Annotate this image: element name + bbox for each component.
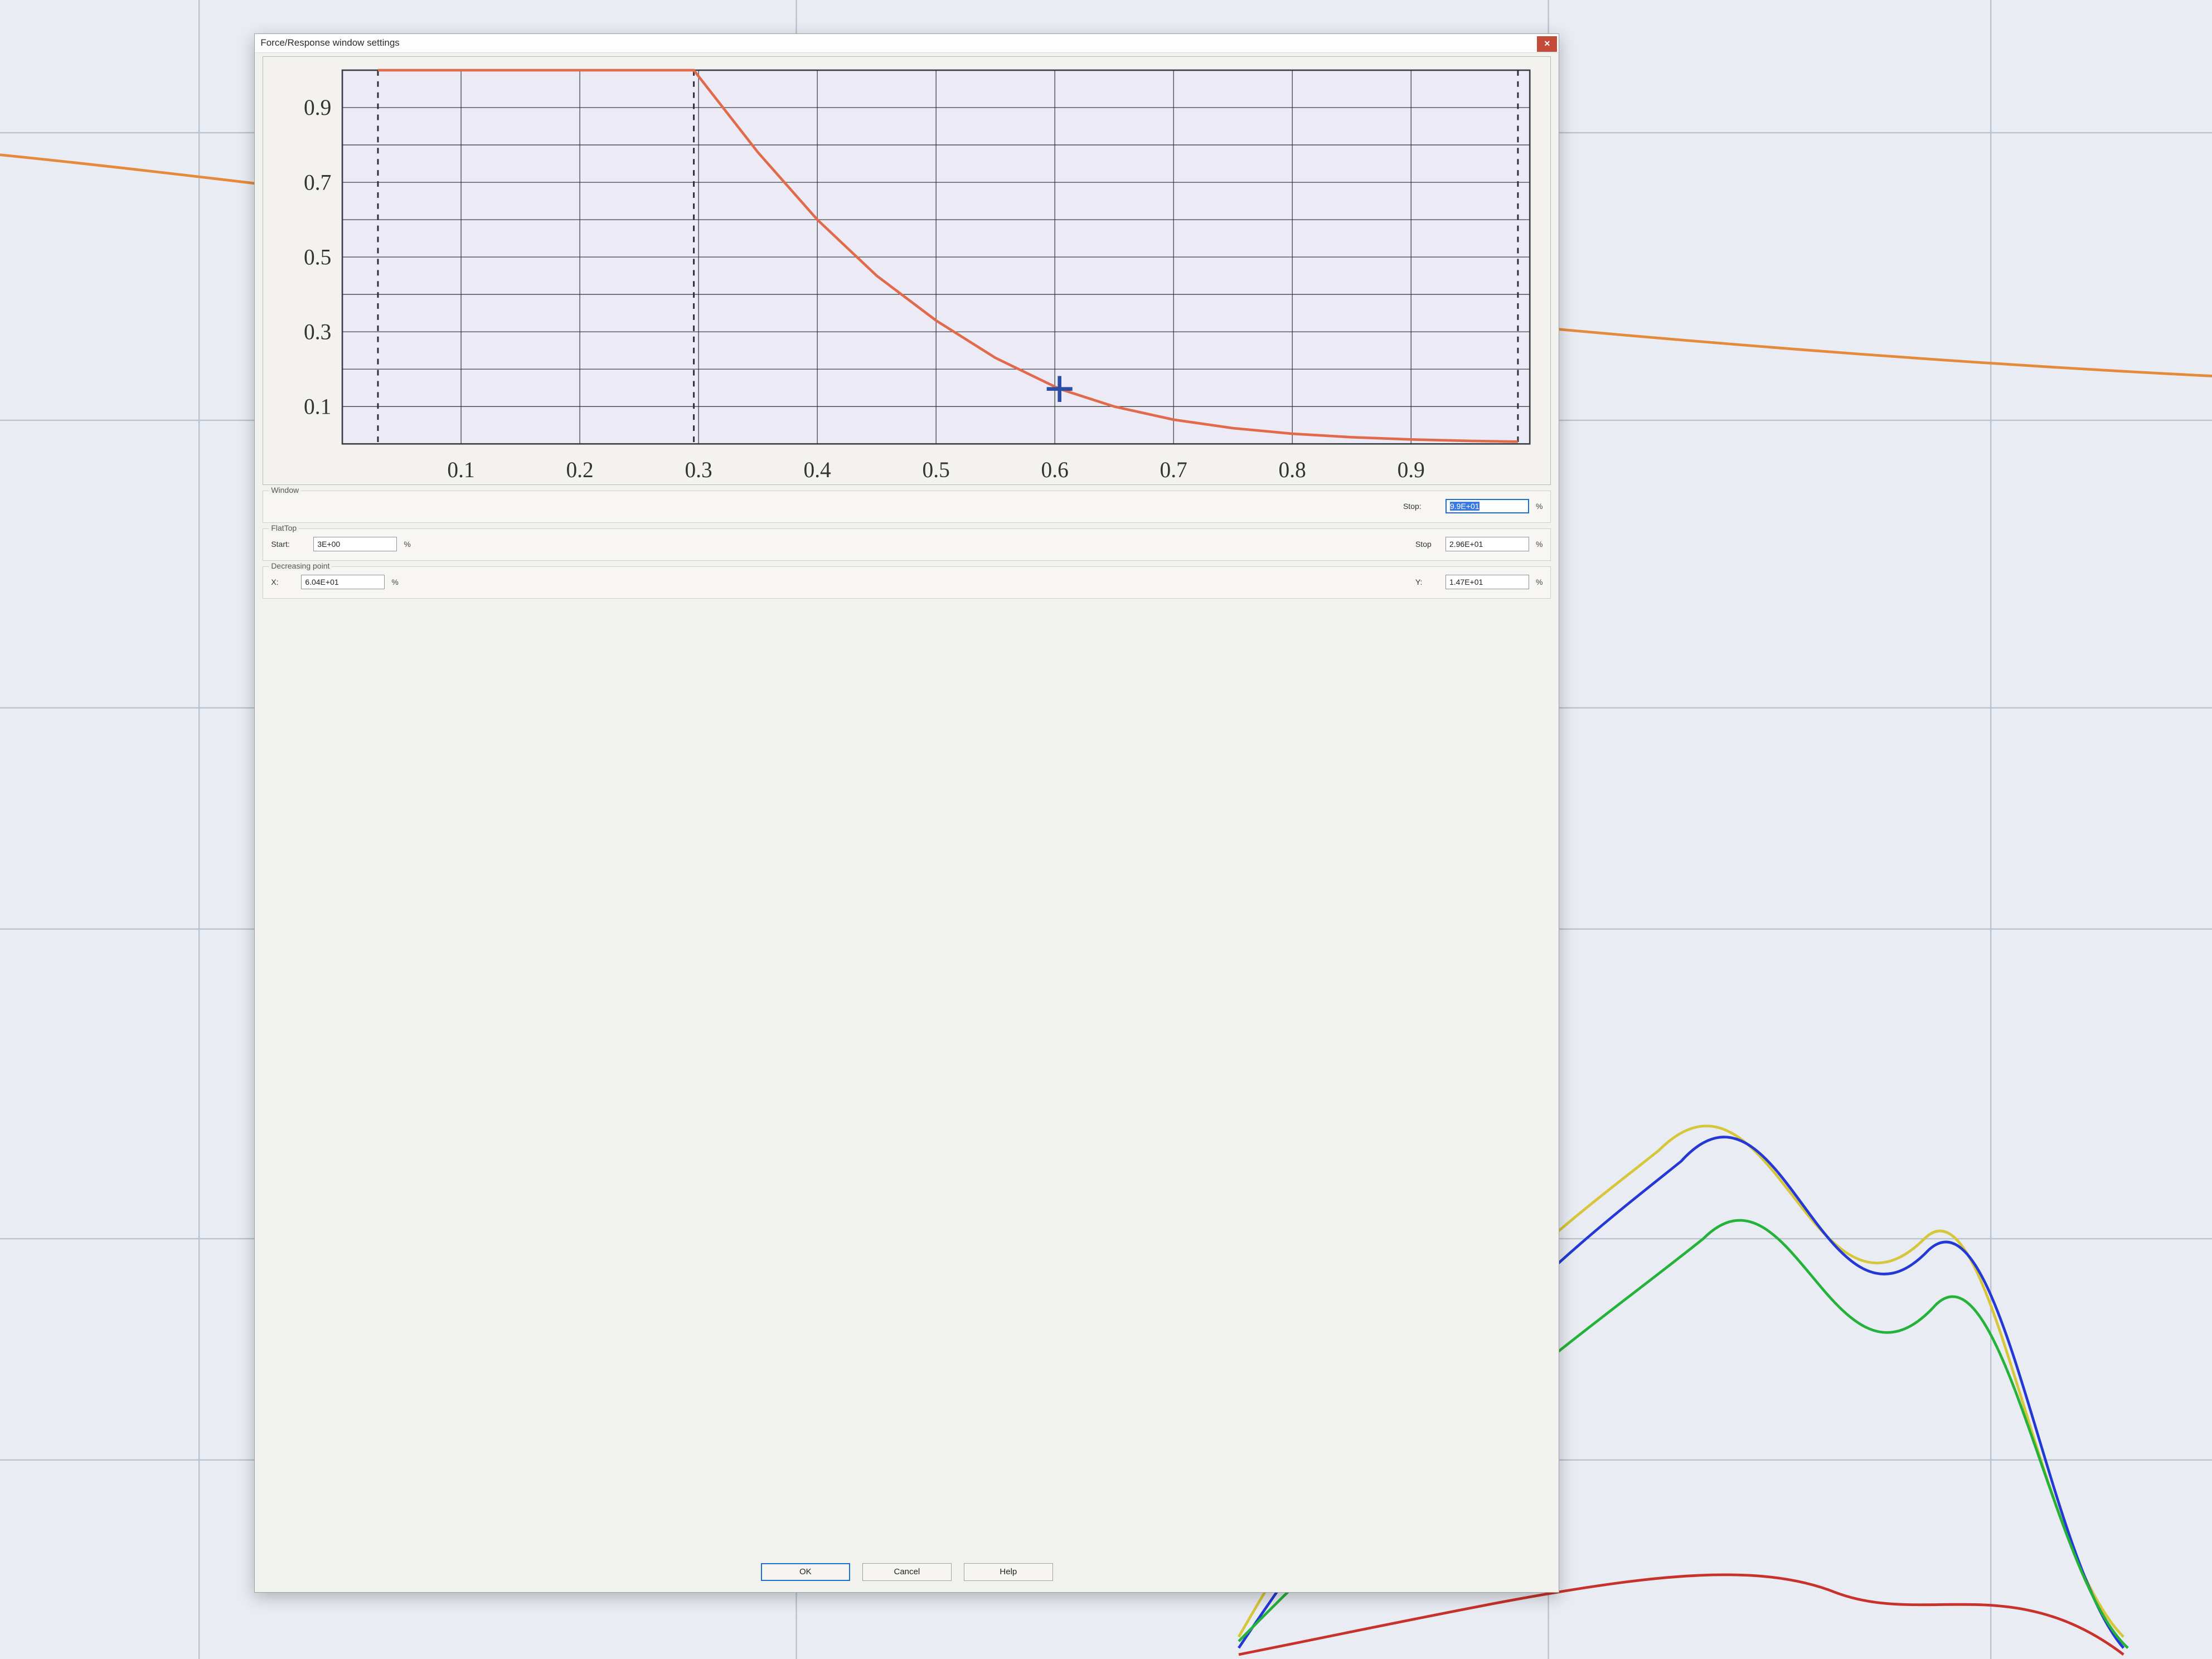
- cancel-button[interactable]: Cancel: [862, 1563, 952, 1581]
- window-preview-chart[interactable]: 0.1 0.3 0.5 0.7 0.9 0.1 0.2 0.3 0.4 0.5 0.6 0.7 0.8 0…: [263, 56, 1551, 485]
- dialog-button-row: OK Cancel Help: [263, 1558, 1551, 1588]
- svg-text:0.9: 0.9: [304, 95, 331, 120]
- svg-text:0.8: 0.8: [1279, 457, 1306, 482]
- flattop-group-legend: FlatTop: [269, 523, 299, 532]
- dialog-title: Force/Response window settings: [260, 37, 1537, 48]
- decreasing-x-label: X:: [271, 578, 294, 586]
- decreasing-x-unit: %: [391, 578, 398, 586]
- svg-text:0.1: 0.1: [448, 457, 475, 482]
- ok-button[interactable]: OK: [761, 1563, 850, 1581]
- flattop-start-input[interactable]: [313, 537, 397, 551]
- svg-text:0.7: 0.7: [1160, 457, 1187, 482]
- close-button[interactable]: ✕: [1537, 36, 1557, 52]
- window-stop-input[interactable]: [1445, 499, 1529, 513]
- flattop-stop-input[interactable]: [1445, 537, 1529, 551]
- window-stop-unit: %: [1536, 502, 1542, 511]
- decreasing-y-unit: %: [1536, 578, 1542, 586]
- flattop-stop-label: Stop: [1415, 540, 1439, 549]
- decreasing-x-input[interactable]: [301, 575, 385, 589]
- force-response-settings-dialog: Force/Response window settings ✕ 0.10.30…: [254, 33, 1559, 1593]
- svg-text:0.9: 0.9: [1398, 457, 1425, 482]
- help-button[interactable]: Help: [964, 1563, 1053, 1581]
- svg-text:0.1: 0.1: [304, 394, 331, 419]
- svg-text:0.5: 0.5: [923, 457, 950, 482]
- flattop-start-label: Start:: [271, 540, 307, 549]
- svg-text:0.5: 0.5: [304, 245, 331, 269]
- window-group: Window Stop: %: [263, 491, 1551, 523]
- flattop-stop-unit: %: [1536, 540, 1542, 549]
- flattop-start-unit: %: [404, 540, 410, 549]
- svg-text:0.6: 0.6: [1041, 457, 1069, 482]
- close-icon: ✕: [1544, 39, 1551, 48]
- svg-text:0.3: 0.3: [685, 457, 712, 482]
- svg-text:0.7: 0.7: [304, 170, 331, 195]
- flattop-group: FlatTop Start: % Stop %: [263, 528, 1551, 561]
- dialog-titlebar[interactable]: Force/Response window settings ✕: [255, 34, 1559, 53]
- decreasing-point-legend: Decreasing point: [269, 561, 332, 570]
- decreasing-y-input[interactable]: [1445, 575, 1529, 589]
- window-stop-label: Stop:: [1403, 502, 1439, 511]
- window-group-legend: Window: [269, 486, 301, 494]
- decreasing-y-label: Y:: [1415, 578, 1439, 586]
- svg-text:0.3: 0.3: [304, 319, 331, 344]
- svg-text:0.2: 0.2: [566, 457, 594, 482]
- decreasing-point-group: Decreasing point X: % Y: %: [263, 566, 1551, 599]
- svg-text:0.4: 0.4: [804, 457, 831, 482]
